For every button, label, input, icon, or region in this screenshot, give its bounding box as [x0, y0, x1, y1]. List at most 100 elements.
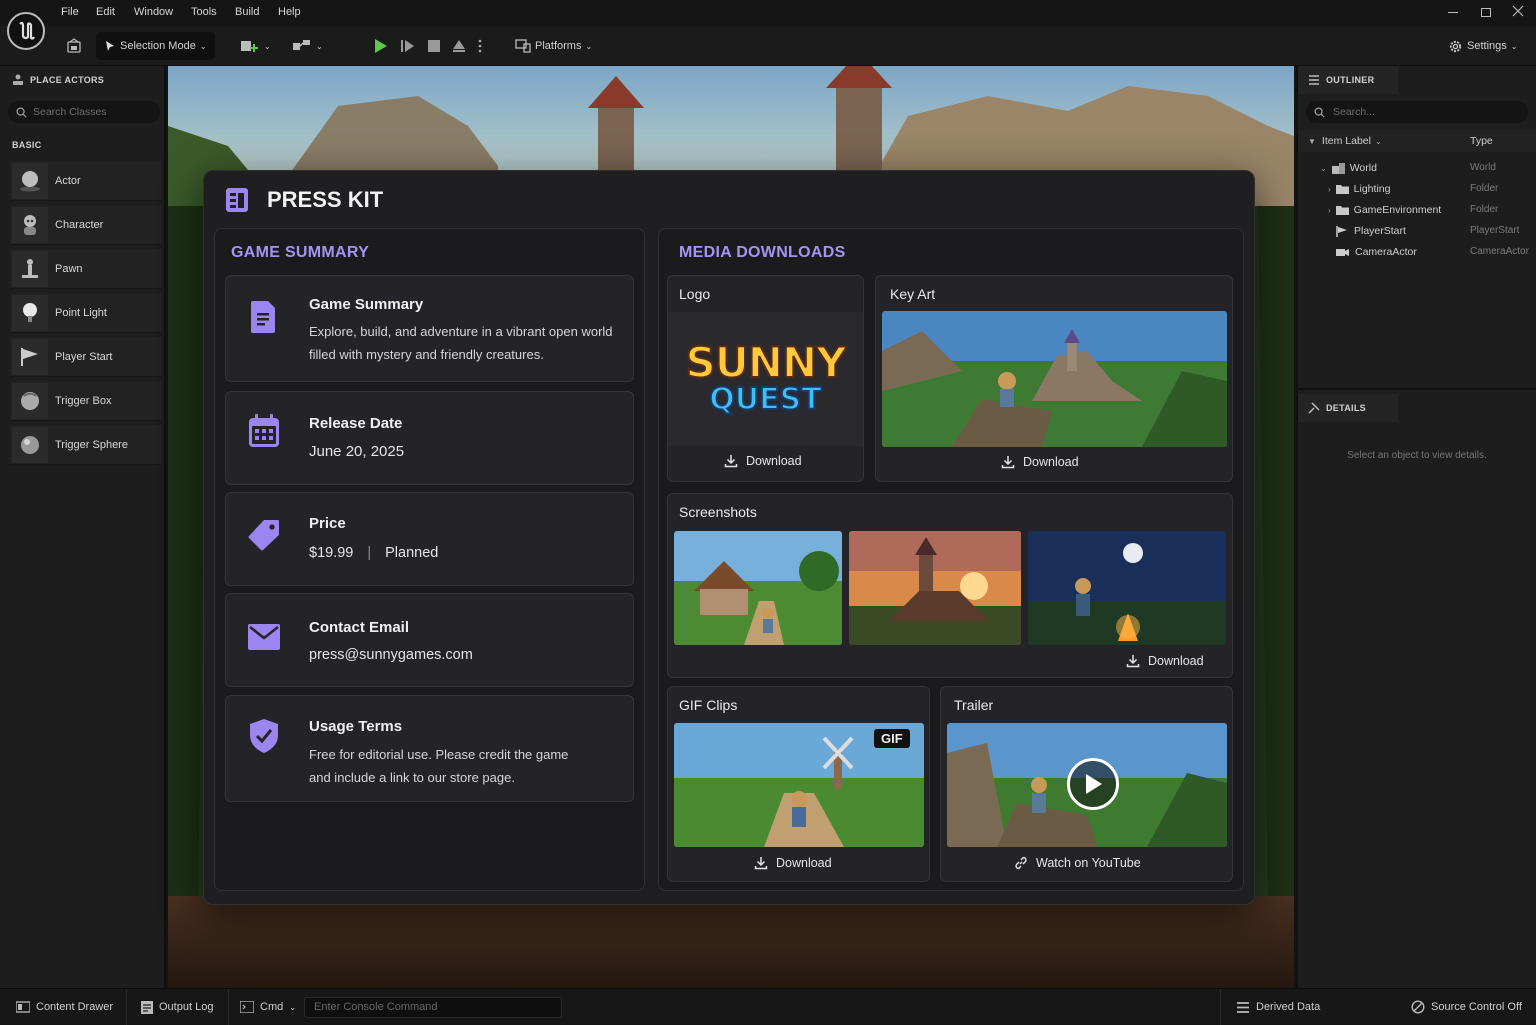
console-command-input[interactable]: Enter Console Command [304, 997, 562, 1018]
key-art-image[interactable] [882, 311, 1227, 447]
close-icon[interactable] [1512, 5, 1524, 17]
key-art-download-button[interactable]: Download [1001, 455, 1079, 469]
press-kit-panel: PRESS KIT GAME SUMMARY Game Summary Expl… [203, 170, 1255, 905]
price-title: Price [309, 515, 346, 532]
play-button[interactable] [372, 32, 388, 60]
gif-download-button[interactable]: Download [754, 856, 832, 870]
usage-terms-line2: and include a link to our store page. [309, 770, 515, 785]
actor-item-point-light[interactable]: Point Light [10, 293, 162, 333]
logo-word-sunny: SUNNY [684, 338, 847, 387]
contact-email-value[interactable]: press@sunnygames.com [309, 647, 473, 663]
play-video-icon[interactable] [1067, 758, 1119, 810]
outliner-search-input[interactable]: Search... [1306, 101, 1528, 123]
cmd-dropdown[interactable]: Cmd ⌄ [240, 989, 296, 1025]
tree-type-world: World [1470, 162, 1496, 173]
more-options-icon[interactable] [478, 32, 482, 60]
column-type[interactable]: Type [1470, 135, 1493, 147]
platforms-label: Platforms [535, 40, 582, 52]
chevron-down-icon: ⌄ [1320, 163, 1327, 173]
game-summary-title: Game Summary [309, 296, 424, 313]
source-control-button[interactable]: Source Control Off [1411, 989, 1522, 1025]
actor-item-character[interactable]: Character [10, 205, 162, 245]
stop-button[interactable] [427, 32, 441, 60]
stop-icon [428, 40, 440, 52]
pawn-icon [12, 250, 48, 287]
menu-tools[interactable]: Tools [191, 6, 217, 18]
chevron-down-icon: ⌄ [316, 41, 323, 51]
eject-button[interactable] [451, 32, 467, 60]
player-start-flag-icon [12, 338, 48, 375]
screenshots-card: Screenshots Download [667, 493, 1233, 678]
logo-card: Logo SUNNY QUEST Download [667, 275, 864, 482]
unreal-logo-icon[interactable] [7, 12, 45, 50]
details-tab[interactable]: DETAILS [1298, 394, 1398, 422]
minimize-icon[interactable] [1448, 12, 1458, 13]
actor-item-player-start[interactable]: Player Start [10, 337, 162, 377]
screenshot-sunset-castle[interactable] [849, 531, 1021, 645]
trailer-label: Trailer [954, 697, 994, 713]
search-classes-placeholder: Search Classes [33, 106, 107, 118]
outliner-details-panel: OUTLINER Search... ▼ Item Label ⌄ Type ⌄… [1296, 66, 1536, 988]
tree-type-gameenvironment: Folder [1470, 204, 1499, 215]
outliner-tab[interactable]: OUTLINER [1298, 66, 1398, 94]
tree-row-gameenvironment[interactable]: › GameEnvironment [1328, 204, 1441, 216]
blueprint-button[interactable]: ⌄ [292, 32, 323, 60]
price-separator: | [367, 545, 372, 561]
actor-item-pawn[interactable]: Pawn [10, 249, 162, 289]
screenshot-night-camp[interactable] [1028, 531, 1226, 645]
platforms-dropdown[interactable]: Platforms ⌄ [515, 32, 592, 60]
content-drawer-button[interactable]: Content Drawer [16, 989, 113, 1025]
save-icon[interactable] [66, 32, 82, 60]
screenshots-label: Screenshots [679, 504, 757, 520]
actor-item-trigger-sphere[interactable]: Trigger Sphere [10, 425, 162, 465]
tree-row-world[interactable]: ⌄ World [1320, 162, 1377, 174]
settings-label: Settings [1467, 40, 1507, 52]
outliner-column-header: ▼ Item Label ⌄ Type [1298, 130, 1536, 152]
price-card: Price $19.99 | Planned [225, 492, 634, 586]
gif-clips-label: GIF Clips [679, 697, 738, 713]
restore-icon[interactable] [1481, 8, 1491, 17]
screenshot-village[interactable] [674, 531, 842, 645]
tree-type-playerstart: PlayerStart [1470, 225, 1520, 236]
tree-row-lighting[interactable]: › Lighting [1328, 183, 1390, 195]
output-log-button[interactable]: Output Log [141, 989, 213, 1025]
menu-build[interactable]: Build [235, 6, 259, 18]
screenshots-download-button[interactable]: Download [1126, 654, 1204, 668]
envelope-icon [248, 624, 280, 650]
actor-item-trigger-box[interactable]: Trigger Box [10, 381, 162, 421]
menu-window[interactable]: Window [134, 6, 173, 18]
contact-email-card: Contact Email press@sunnygames.com [225, 593, 634, 687]
content-drawer-icon [16, 1001, 30, 1013]
trailer-video-thumbnail[interactable] [947, 723, 1227, 847]
trailer-card: Trailer Watch on YouTube [940, 686, 1233, 882]
chevron-down-icon: ⌄ [289, 1002, 296, 1012]
column-item-label[interactable]: Item Label [1322, 135, 1371, 147]
selection-mode-label: Selection Mode [120, 40, 196, 52]
details-icon [1308, 402, 1320, 414]
download-icon [754, 857, 768, 870]
calendar-icon [248, 414, 280, 448]
selection-mode-dropdown[interactable]: Selection Mode ⌄ [96, 32, 215, 60]
advance-frame-button[interactable] [399, 32, 415, 60]
point-light-icon [12, 294, 48, 331]
settings-dropdown[interactable]: Settings ⌄ [1448, 32, 1517, 60]
logo-download-button[interactable]: Download [724, 454, 802, 468]
chevron-down-icon: ⌄ [1510, 41, 1518, 51]
download-icon [1001, 456, 1015, 469]
actor-item-actor[interactable]: Actor [10, 161, 162, 201]
menu-edit[interactable]: Edit [96, 6, 115, 18]
chevron-down-icon: ⌄ [1374, 136, 1382, 146]
status-bar: Content Drawer Output Log Cmd ⌄ Enter Co… [0, 988, 1536, 1025]
derived-data-button[interactable]: Derived Data [1236, 989, 1320, 1025]
usage-terms-title: Usage Terms [309, 718, 403, 735]
document-icon [248, 300, 278, 334]
filter-icon[interactable]: ▼ [1308, 137, 1316, 146]
search-classes-input[interactable]: Search Classes [8, 101, 160, 123]
tree-row-cameraactor[interactable]: CameraActor [1336, 246, 1417, 258]
character-icon [12, 206, 48, 243]
menu-file[interactable]: File [61, 6, 79, 18]
tree-row-playerstart[interactable]: PlayerStart [1336, 225, 1406, 237]
add-actor-button[interactable]: ⌄ [240, 32, 271, 60]
watch-on-youtube-link[interactable]: Watch on YouTube [1014, 856, 1141, 870]
menu-help[interactable]: Help [278, 6, 301, 18]
